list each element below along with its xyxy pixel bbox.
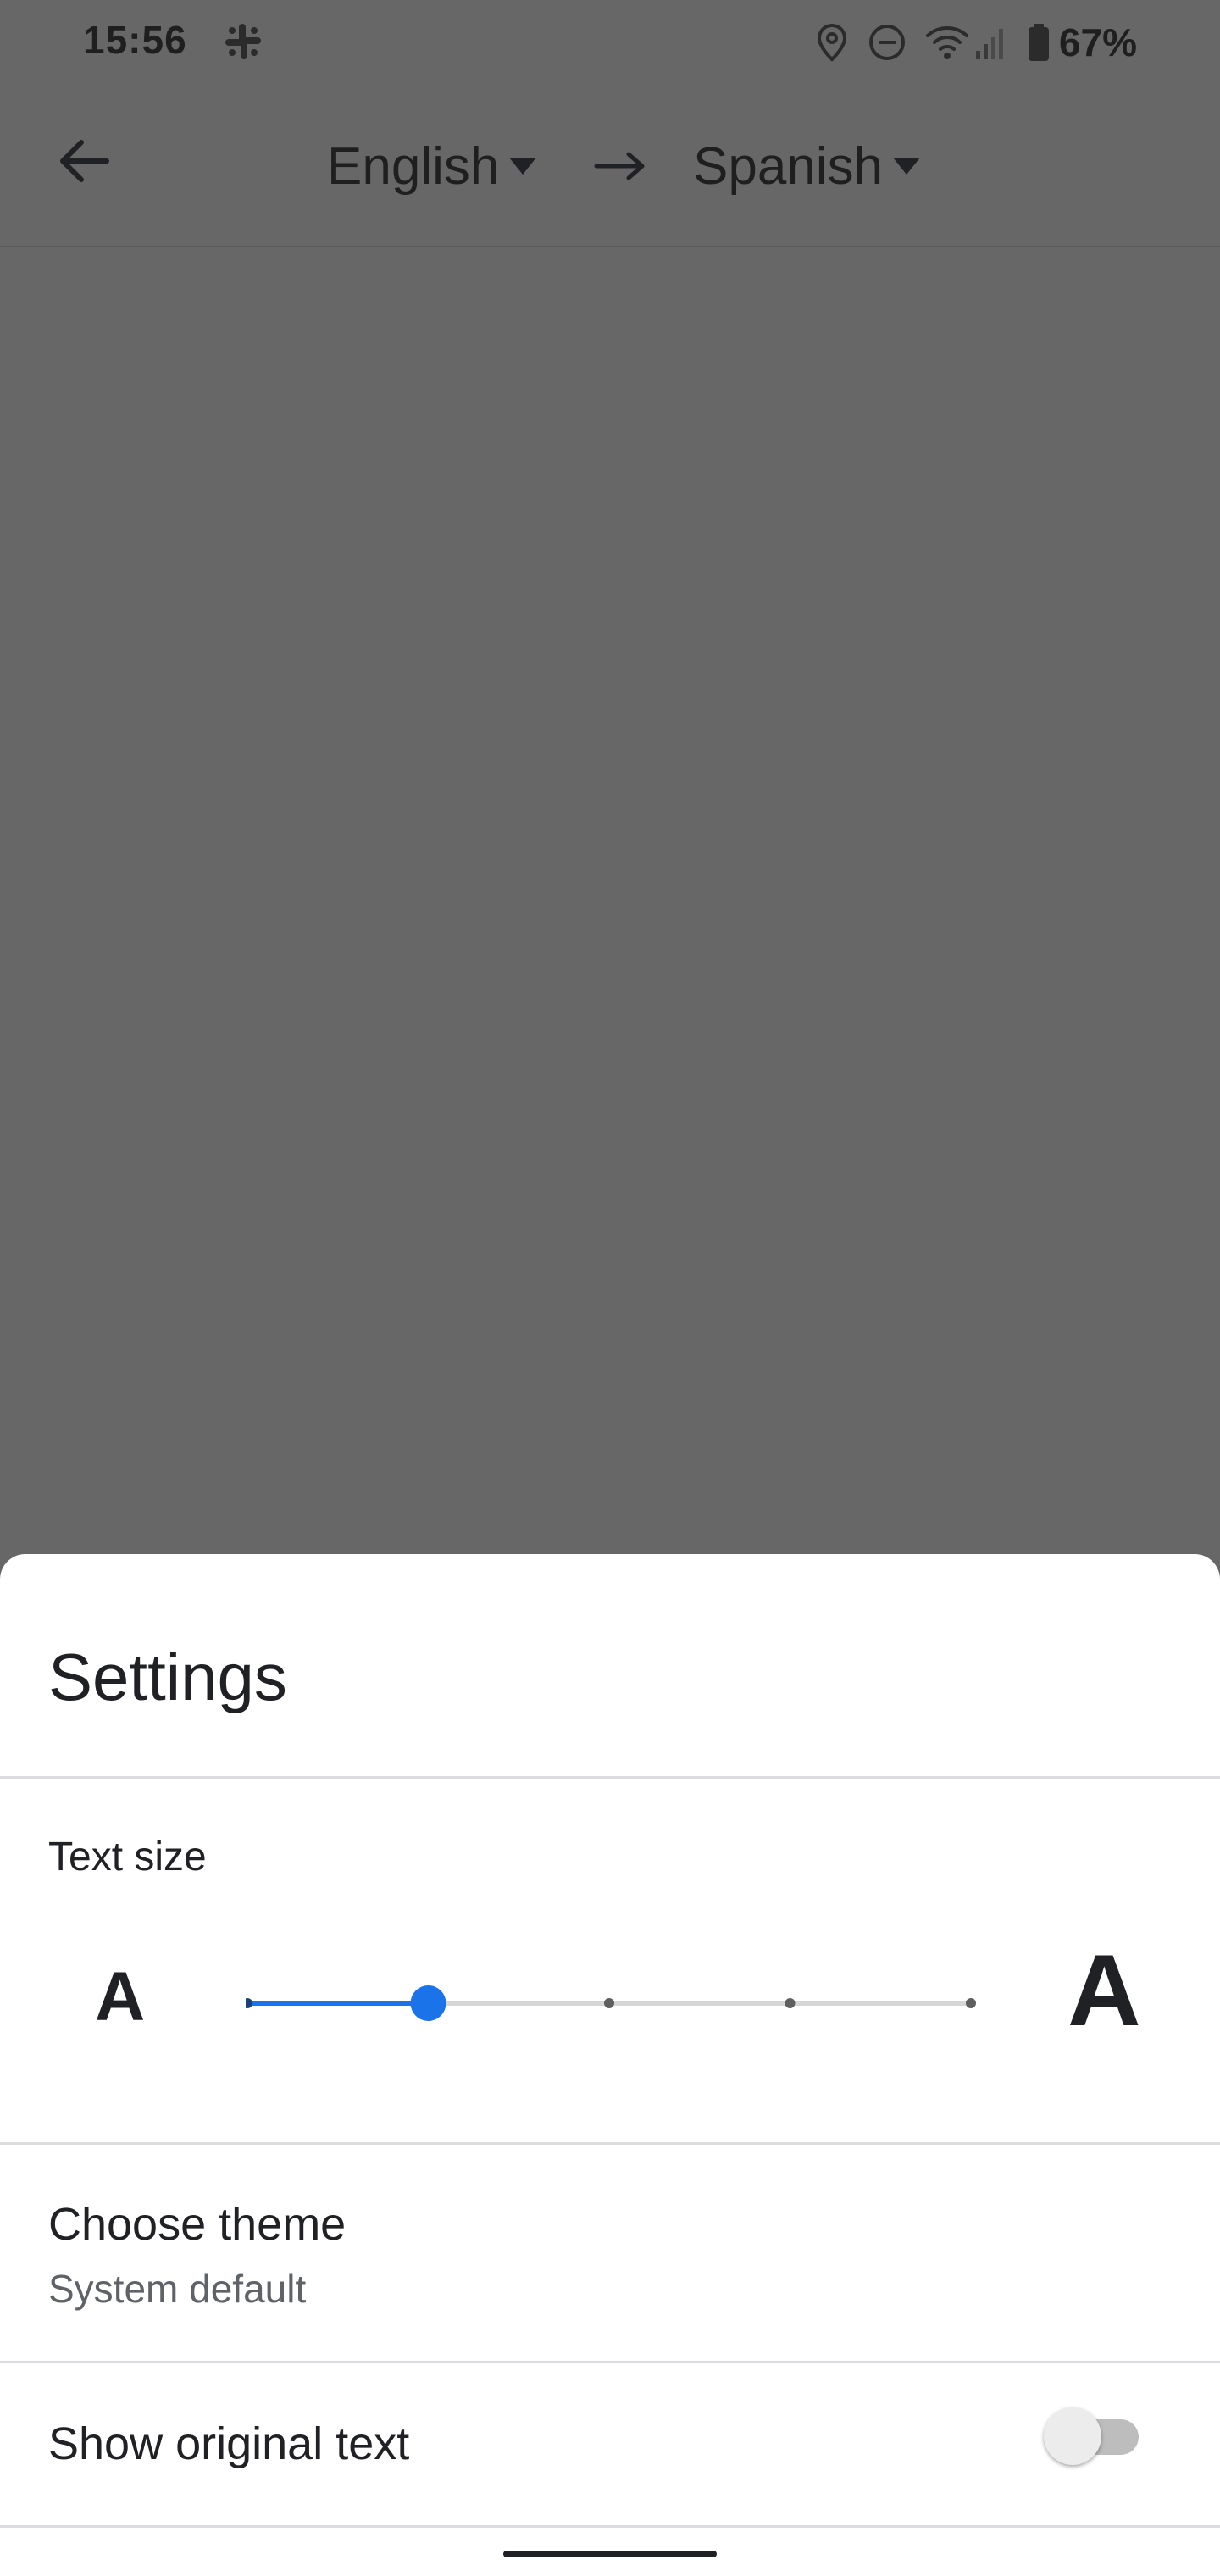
source-language-label: English xyxy=(327,136,500,196)
caret-down-icon xyxy=(509,158,537,175)
app-toolbar: English Spanish xyxy=(0,85,1220,247)
do-not-disturb-icon xyxy=(868,25,905,60)
wifi-icon xyxy=(925,26,968,59)
text-size-small-glyph: A xyxy=(95,1958,146,2035)
slack-icon xyxy=(225,24,261,59)
arrow-back-icon xyxy=(60,140,109,182)
show-original-text-row[interactable]: Show original text xyxy=(0,2363,1220,2524)
text-size-slider[interactable] xyxy=(246,1969,979,2037)
settings-bottom-sheet: Settings Text size A A Choose theme Syst… xyxy=(0,1554,1220,2576)
slider-tick xyxy=(246,1998,252,2008)
slider-tick xyxy=(966,1998,976,2008)
battery-percentage: 67% xyxy=(1058,20,1137,64)
slider-tick xyxy=(785,1998,796,2008)
sheet-title: Settings xyxy=(48,1640,287,1714)
slider-tick xyxy=(604,1998,614,2008)
cell-signal-icon xyxy=(975,29,1003,59)
choose-theme-row[interactable]: Choose theme System default xyxy=(0,2144,1220,2361)
text-size-large-glyph: A xyxy=(1068,1934,1141,2047)
status-time: 15:56 xyxy=(83,18,187,62)
target-language-label: Spanish xyxy=(693,136,884,196)
back-button[interactable] xyxy=(47,125,119,197)
show-original-text-toggle[interactable] xyxy=(1040,2402,1142,2470)
source-language-selector[interactable]: English xyxy=(327,132,538,200)
choose-theme-value: System default xyxy=(48,2267,307,2311)
status-bar: 15:56 67% xyxy=(0,0,1220,85)
text-size-label: Text size xyxy=(48,1835,207,1879)
slider-thumb[interactable] xyxy=(410,1985,446,2021)
divider xyxy=(0,2525,1220,2528)
toggle-thumb xyxy=(1044,2407,1101,2465)
divider xyxy=(0,1776,1220,1779)
show-original-text-label: Show original text xyxy=(48,2418,410,2469)
location-icon xyxy=(817,23,846,62)
caret-down-icon xyxy=(893,158,921,175)
battery-icon xyxy=(1028,24,1049,61)
target-language-selector[interactable]: Spanish xyxy=(693,132,922,200)
home-indicator[interactable] xyxy=(503,2551,717,2557)
arrow-right-icon xyxy=(594,152,645,180)
choose-theme-title: Choose theme xyxy=(48,2199,347,2250)
